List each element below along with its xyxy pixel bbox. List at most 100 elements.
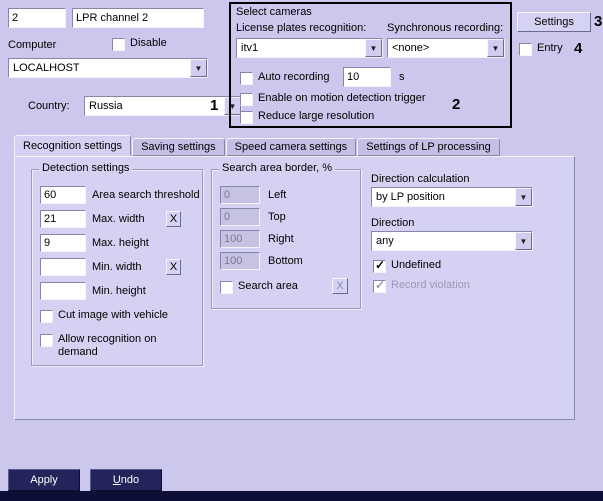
record-violation-checkbox-row: Record violation bbox=[373, 279, 470, 293]
max-width-field[interactable] bbox=[40, 210, 86, 228]
search-area-left-label: Left bbox=[268, 189, 286, 201]
direction-label: Direction bbox=[371, 217, 414, 229]
direction-calculation-select[interactable]: by LP position ▼ bbox=[371, 187, 533, 207]
sync-recording-label: Synchronous recording: bbox=[387, 22, 503, 34]
lpr-recognition-label: License plates recognition: bbox=[236, 22, 366, 34]
motion-trigger-label: Enable on motion detection trigger bbox=[258, 92, 426, 105]
recognition-settings-panel: Detection settings Area search threshold… bbox=[14, 156, 575, 420]
lpr-channel-settings-window: Computer Disable LOCALHOST ▼ Country: Ru… bbox=[0, 0, 603, 501]
computer-select-value: LOCALHOST bbox=[9, 62, 190, 74]
allow-demand-checkbox-row[interactable]: Allow recognition on demand bbox=[40, 333, 185, 359]
channel-id-field[interactable] bbox=[8, 8, 66, 28]
search-area-x-button: X bbox=[332, 278, 348, 294]
tab-settings-of-lp-processing[interactable]: Settings of LP processing bbox=[357, 138, 500, 156]
undo-mnemonic: U bbox=[113, 474, 121, 486]
tab-speed-camera-settings[interactable]: Speed camera settings bbox=[226, 138, 357, 156]
search-area-top-label: Top bbox=[268, 211, 286, 223]
lpr-camera-select-value: itv1 bbox=[237, 42, 365, 54]
area-search-threshold-field[interactable] bbox=[40, 186, 86, 204]
tab-saving-settings[interactable]: Saving settings bbox=[132, 138, 225, 156]
record-violation-checkbox bbox=[373, 280, 386, 293]
entry-checkbox[interactable] bbox=[519, 43, 532, 56]
search-area-border-group: Search area border, % Left Top Right Bot… bbox=[211, 169, 361, 309]
entry-label: Entry bbox=[537, 42, 563, 55]
search-area-left-field bbox=[220, 186, 260, 204]
search-area-checkbox-label: Search area bbox=[238, 280, 298, 293]
search-area-right-label: Right bbox=[268, 233, 294, 245]
search-area-right-field bbox=[220, 230, 260, 248]
auto-recording-checkbox[interactable] bbox=[240, 72, 253, 85]
disable-label: Disable bbox=[130, 37, 167, 50]
cut-image-checkbox-row[interactable]: Cut image with vehicle bbox=[40, 309, 168, 323]
window-bottom-strip bbox=[0, 491, 603, 501]
apply-button[interactable]: Apply bbox=[8, 469, 80, 491]
select-cameras-title: Select cameras bbox=[236, 6, 312, 18]
tab-recognition-settings[interactable]: Recognition settings bbox=[14, 135, 131, 156]
chevron-down-icon[interactable]: ▼ bbox=[515, 232, 532, 250]
country-select-value: Russia bbox=[85, 100, 224, 112]
max-height-label: Max. height bbox=[92, 237, 149, 249]
auto-recording-label: Auto recording bbox=[258, 71, 330, 84]
min-height-label: Min. height bbox=[92, 285, 146, 297]
undo-rest: ndo bbox=[121, 474, 139, 486]
computer-label: Computer bbox=[8, 39, 56, 51]
max-height-field[interactable] bbox=[40, 234, 86, 252]
undefined-checkbox[interactable] bbox=[373, 260, 386, 273]
max-size-x-button[interactable]: X bbox=[166, 211, 181, 227]
disable-checkbox[interactable] bbox=[112, 38, 125, 51]
annotation-2: 2 bbox=[452, 96, 460, 113]
search-area-top-field bbox=[220, 208, 260, 226]
direction-select[interactable]: any ▼ bbox=[371, 231, 533, 251]
min-height-field[interactable] bbox=[40, 282, 86, 300]
min-size-x-button[interactable]: X bbox=[166, 259, 181, 275]
motion-trigger-checkbox-row[interactable]: Enable on motion detection trigger bbox=[240, 92, 426, 106]
allow-demand-checkbox[interactable] bbox=[40, 334, 53, 347]
annotation-1: 1 bbox=[210, 97, 218, 114]
seconds-unit-label: s bbox=[399, 71, 405, 83]
chevron-down-icon[interactable]: ▼ bbox=[365, 39, 382, 57]
lpr-camera-select[interactable]: itv1 ▼ bbox=[236, 38, 383, 58]
reduce-resolution-checkbox[interactable] bbox=[240, 111, 253, 124]
direction-calculation-label: Direction calculation bbox=[371, 173, 469, 185]
direction-select-value: any bbox=[372, 235, 515, 247]
area-search-threshold-label: Area search threshold bbox=[92, 189, 200, 201]
chevron-down-icon[interactable]: ▼ bbox=[487, 39, 504, 57]
search-area-checkbox-row[interactable]: Search area bbox=[220, 280, 298, 294]
chevron-down-icon[interactable]: ▼ bbox=[515, 188, 532, 206]
settings-button[interactable]: Settings bbox=[517, 12, 591, 32]
settings-tabbar: Recognition settings Saving settings Spe… bbox=[14, 136, 501, 156]
min-width-label: Min. width bbox=[92, 261, 142, 273]
sync-recording-select-value: <none> bbox=[388, 42, 487, 54]
search-area-bottom-field bbox=[220, 252, 260, 270]
sync-recording-select[interactable]: <none> ▼ bbox=[387, 38, 505, 58]
select-cameras-group: Select cameras License plates recognitio… bbox=[229, 2, 512, 128]
computer-select[interactable]: LOCALHOST ▼ bbox=[8, 58, 208, 78]
search-area-border-title: Search area border, % bbox=[219, 162, 335, 174]
search-area-bottom-label: Bottom bbox=[268, 255, 303, 267]
country-label: Country: bbox=[28, 100, 70, 112]
max-width-label: Max. width bbox=[92, 213, 145, 225]
auto-recording-checkbox-row[interactable]: Auto recording bbox=[240, 71, 330, 85]
min-width-field[interactable] bbox=[40, 258, 86, 276]
auto-recording-seconds-field[interactable] bbox=[343, 67, 391, 87]
annotation-4: 4 bbox=[574, 40, 582, 57]
detection-settings-group: Detection settings Area search threshold… bbox=[31, 169, 203, 366]
reduce-resolution-label: Reduce large resolution bbox=[258, 110, 374, 123]
chevron-down-icon[interactable]: ▼ bbox=[190, 59, 207, 77]
search-area-checkbox[interactable] bbox=[220, 281, 233, 294]
undefined-label: Undefined bbox=[391, 259, 441, 272]
entry-checkbox-row[interactable]: Entry bbox=[519, 42, 563, 56]
cut-image-checkbox[interactable] bbox=[40, 310, 53, 323]
cut-image-label: Cut image with vehicle bbox=[58, 309, 168, 322]
detection-settings-title: Detection settings bbox=[39, 162, 132, 174]
direction-calculation-value: by LP position bbox=[372, 191, 515, 203]
undo-button[interactable]: Undo bbox=[90, 469, 162, 491]
annotation-3: 3 bbox=[594, 13, 602, 30]
motion-trigger-checkbox[interactable] bbox=[240, 93, 253, 106]
undefined-checkbox-row[interactable]: Undefined bbox=[373, 259, 441, 273]
disable-checkbox-row[interactable]: Disable bbox=[112, 37, 167, 51]
record-violation-label: Record violation bbox=[391, 279, 470, 292]
allow-demand-label: Allow recognition on demand bbox=[58, 333, 170, 359]
channel-name-field[interactable] bbox=[72, 8, 204, 28]
reduce-resolution-checkbox-row[interactable]: Reduce large resolution bbox=[240, 110, 374, 124]
